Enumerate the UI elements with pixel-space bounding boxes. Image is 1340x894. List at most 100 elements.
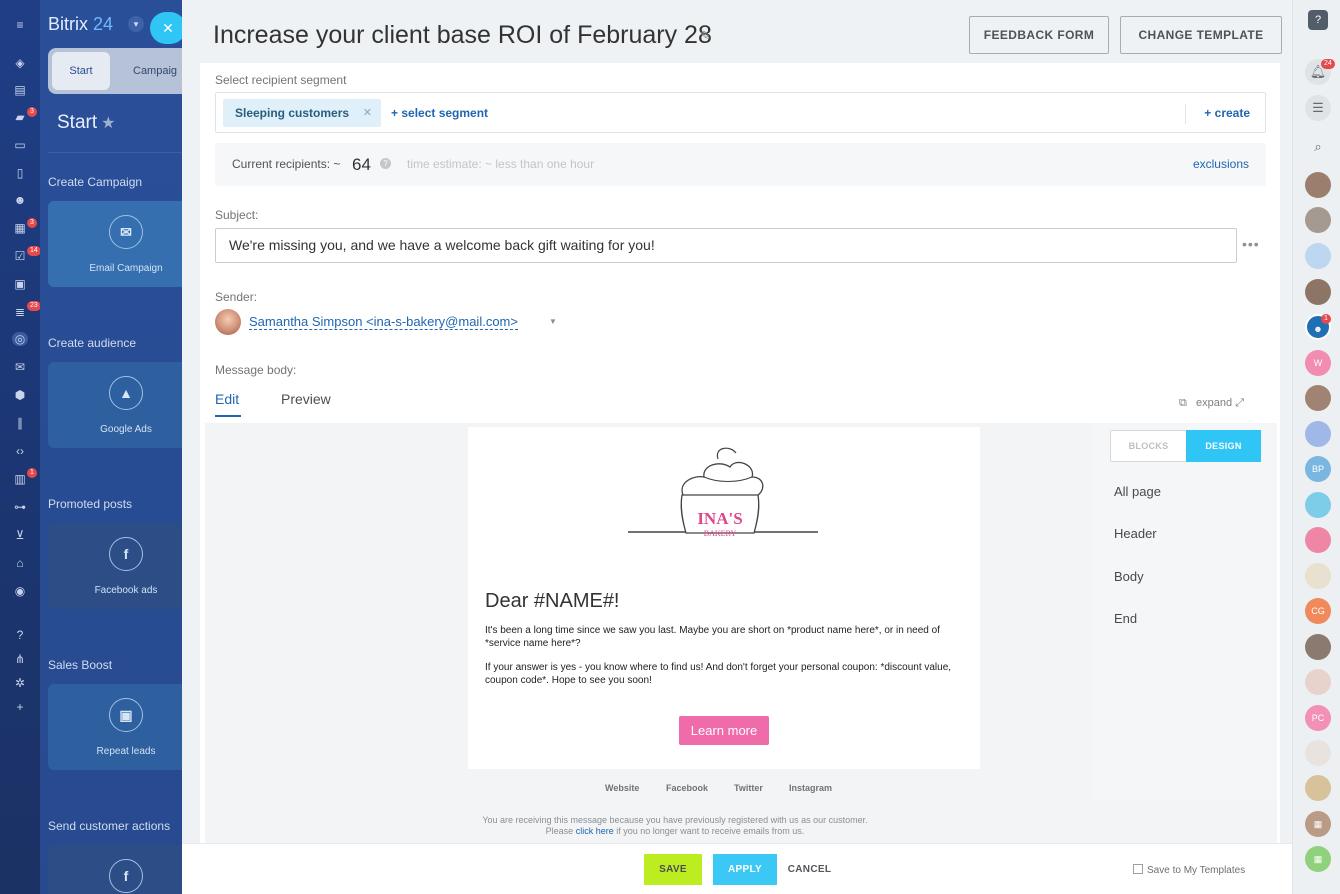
email-canvas[interactable]: INA'S BAKERY Dear #NAME#! It's been a lo… [468,427,980,769]
help-icon[interactable]: ? [12,628,28,642]
page-title: Increase your client base ROI of Februar… [213,21,712,49]
avatar[interactable] [1305,669,1331,695]
avatar-initials[interactable]: W [1305,350,1331,376]
design-item-header[interactable]: Header [1114,526,1157,541]
brand-logo[interactable]: Bitrix 24 [48,14,113,35]
sender-select[interactable]: Samantha Simpson <ina-s-bakery@mail.com> [249,314,518,330]
tab-preview[interactable]: Preview [281,391,331,407]
mail-icon[interactable]: ✉ [12,360,28,374]
design-item-body[interactable]: Body [1114,569,1144,584]
pencil-icon[interactable]: ✎ [700,28,711,44]
help-icon[interactable]: ? [1308,10,1328,30]
check-circle-icon[interactable]: ◉ [12,584,28,598]
avatar[interactable] [1305,385,1331,411]
avatar[interactable] [1305,634,1331,660]
footer-link-twitter[interactable]: Twitter [734,783,763,793]
search-icon[interactable]: ⌕ [1305,134,1331,160]
bank-icon[interactable]: ⌂ [12,556,28,570]
cart-icon[interactable]: ⊻ [12,528,28,542]
create-segment-link[interactable]: + create [1204,93,1250,134]
message-body-label: Message body: [215,363,297,377]
box-icon[interactable]: ⬢ [12,388,28,402]
gear-icon[interactable]: ✲ [12,676,28,690]
select-segment-link[interactable]: + select segment [391,93,488,134]
blocks-tab[interactable]: BLOCKS [1111,431,1186,461]
facebook-icon: f [109,537,143,571]
feed-icon[interactable]: ▤ [12,83,28,97]
avatar[interactable] [1305,492,1331,518]
avatar[interactable] [1305,172,1331,198]
tab-edit[interactable]: Edit [215,391,242,417]
panel-tabs: Start Campaig [48,48,182,94]
star-icon[interactable]: ★ [101,115,115,132]
calendar-badge: 3 [27,218,37,228]
group-icon[interactable]: ☻ [12,193,28,207]
remove-chip-icon[interactable]: ✕ [363,99,372,127]
expand-control[interactable]: ⧉ expand ⤢ [1179,397,1244,410]
calendar-avatar[interactable]: ▦ [1305,846,1331,872]
help-icon[interactable]: ? [380,158,391,169]
document-icon[interactable]: ▯ [12,166,28,180]
avatar[interactable] [1305,563,1331,589]
avatar[interactable] [1305,527,1331,553]
design-item-all-page[interactable]: All page [1114,484,1161,499]
more-options-icon[interactable]: ••• [1242,236,1260,252]
code-icon[interactable]: ‹› [12,444,28,458]
design-item-end[interactable]: End [1114,611,1137,626]
messages-icon[interactable]: ☰ [1305,95,1331,121]
email-campaign-card[interactable]: ✉ Email Campaign [48,201,182,287]
subject-input[interactable]: We're missing you, and we have a welcome… [215,228,1237,263]
analytics-icon[interactable]: ∥ [12,416,28,430]
apply-button[interactable]: APPLY [713,854,777,885]
chevron-down-icon[interactable]: ▼ [549,317,557,326]
card-label: Google Ads [100,424,152,435]
segment-chip[interactable]: Sleeping customers ✕ [223,99,381,127]
avatar-initials[interactable]: BP [1305,456,1331,482]
avatar-initials[interactable]: PC [1305,705,1331,731]
close-slider-button[interactable]: ✕ [150,12,182,44]
facebook-ads-card[interactable]: f Facebook ads [48,523,182,609]
menu-icon[interactable]: ≡ [12,18,28,32]
change-template-button[interactable]: CHANGE TEMPLATE [1120,16,1282,54]
target-icon[interactable]: ◎ [12,332,28,346]
avatar[interactable] [1305,740,1331,766]
plus-icon[interactable]: + [12,700,28,714]
sliders-icon[interactable]: ⊶ [12,500,28,514]
sender-label: Sender: [215,290,258,304]
avatar[interactable] [1305,243,1331,269]
footer-link-instagram[interactable]: Instagram [789,783,832,793]
footer-link-facebook[interactable]: Facebook [666,783,708,793]
tab-start[interactable]: Start [52,52,110,90]
save-template-checkbox[interactable] [1133,864,1143,874]
activity-icon[interactable]: ◈ [12,56,28,70]
save-button[interactable]: SAVE [644,854,702,885]
customer-actions-card[interactable]: f [48,845,182,894]
chat-icon[interactable]: ▰ [12,110,28,124]
avatar-initials[interactable]: CG [1305,598,1331,624]
tasks-icon[interactable]: ☑ [12,249,28,263]
avatar[interactable] [1305,207,1331,233]
feedback-form-button[interactable]: FEEDBACK FORM [969,16,1109,54]
learn-more-button[interactable]: Learn more [679,716,769,745]
save-template-option[interactable]: Save to My Templates [1133,864,1245,876]
contacts-icon[interactable]: ▣ [12,277,28,291]
robot-icon[interactable]: ▥ [12,472,28,486]
calendar-avatar[interactable]: ▦ [1305,811,1331,837]
avatar[interactable] [1305,279,1331,305]
tasks-badge: 14 [27,246,41,256]
repeat-leads-card[interactable]: ▣ Repeat leads [48,684,182,770]
unsubscribe-link[interactable]: click here [576,826,614,836]
calendar-icon[interactable]: ▦ [12,221,28,235]
avatar[interactable] [1305,421,1331,447]
cancel-button[interactable]: CANCEL [787,854,832,885]
sitemap-icon[interactable]: ⋔ [12,652,28,666]
google-ads-card[interactable]: ▲ Google Ads [48,362,182,448]
exclusions-link[interactable]: exclusions [1193,143,1249,186]
inbox-icon[interactable]: ▭ [12,138,28,152]
tab-campaigns[interactable]: Campaig [133,48,177,94]
chevron-down-icon[interactable]: ▾ [128,16,144,32]
filter-icon[interactable]: ≣ [12,305,28,319]
design-tab[interactable]: DESIGN [1186,430,1261,462]
avatar[interactable] [1305,775,1331,801]
footer-link-website[interactable]: Website [605,783,639,793]
